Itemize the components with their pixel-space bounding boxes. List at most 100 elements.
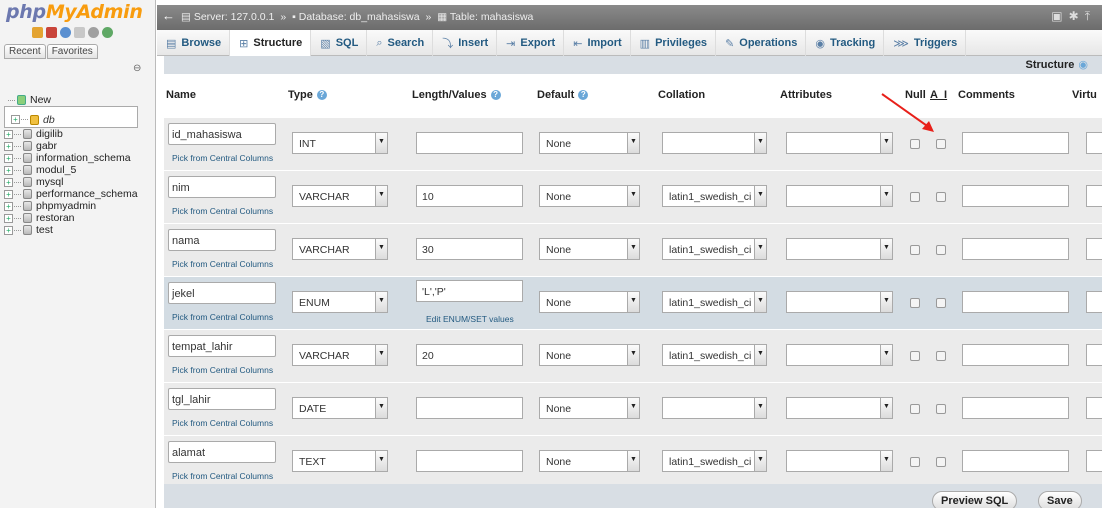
null-checkbox[interactable]	[910, 192, 920, 202]
settings-icon[interactable]	[88, 27, 99, 38]
type-select[interactable]: TEXT ▼	[292, 450, 388, 472]
attributes-select[interactable]: ▼	[786, 185, 893, 207]
pick-central-columns-link[interactable]: Pick from Central Columns	[172, 206, 273, 216]
pick-central-columns-link[interactable]: Pick from Central Columns	[172, 312, 273, 322]
collation-select[interactable]: latin1_swedish_ci ▼	[662, 450, 767, 472]
length-input[interactable]: 10	[416, 185, 523, 207]
reload-icon[interactable]	[102, 27, 113, 38]
collation-select[interactable]: latin1_swedish_ci ▼	[662, 344, 767, 366]
virtuality-select[interactable]	[1086, 132, 1102, 154]
tab-triggers[interactable]: ⋙ Triggers	[884, 30, 967, 56]
default-select[interactable]: None ▼	[539, 397, 640, 419]
breadcrumb-table[interactable]: Table: mahasiswa	[450, 11, 533, 23]
default-select[interactable]: None ▼	[539, 450, 640, 472]
null-checkbox[interactable]	[910, 139, 920, 149]
help-icon[interactable]: ◉	[1078, 59, 1088, 71]
expand-icon[interactable]: +	[4, 225, 13, 235]
attributes-select[interactable]: ▼	[786, 344, 893, 366]
tree-item-modul-5[interactable]: + modul_5	[4, 164, 138, 176]
type-select[interactable]: DATE ▼	[292, 397, 388, 419]
tab-tracking[interactable]: ◉ Tracking	[806, 30, 885, 56]
tree-item-performance-schema[interactable]: + performance_schema	[4, 188, 138, 200]
recent-tab[interactable]: Recent	[4, 44, 46, 59]
ai-checkbox[interactable]	[936, 351, 946, 361]
comments-input[interactable]	[962, 238, 1069, 260]
virtuality-select[interactable]	[1086, 344, 1102, 366]
column-name-input[interactable]: nama	[168, 229, 276, 251]
attributes-select[interactable]: ▼	[786, 238, 893, 260]
column-name-input[interactable]: tgl_lahir	[168, 388, 276, 410]
tree-item-db[interactable]: + db	[4, 106, 138, 128]
save-button[interactable]: Save	[1038, 491, 1082, 508]
column-name-input[interactable]: nim	[168, 176, 276, 198]
virtuality-select[interactable]	[1086, 450, 1102, 472]
null-checkbox[interactable]	[910, 457, 920, 467]
breadcrumb-server[interactable]: Server: 127.0.0.1	[194, 11, 275, 23]
help-icon[interactable]: ?	[316, 90, 327, 101]
tree-item-information-schema[interactable]: + information_schema	[4, 152, 138, 164]
help-icon[interactable]: ?	[578, 90, 589, 101]
length-input[interactable]: 'L','P'	[416, 280, 523, 302]
ai-checkbox[interactable]	[936, 245, 946, 255]
collation-select[interactable]: latin1_swedish_ci ▼	[662, 185, 767, 207]
type-select[interactable]: ENUM ▼	[292, 291, 388, 313]
edit-enum-link[interactable]: Edit ENUM/SET values	[426, 314, 514, 324]
column-name-input[interactable]: tempat_lahir	[168, 335, 276, 357]
tree-item-test[interactable]: + test	[4, 224, 138, 236]
pick-central-columns-link[interactable]: Pick from Central Columns	[172, 471, 273, 481]
tree-item-gabr[interactable]: + gabr	[4, 140, 138, 152]
collapse-arrow-icon[interactable]: ←	[162, 8, 175, 23]
home-icon[interactable]	[32, 27, 43, 38]
tree-item-mysql[interactable]: + mysql	[4, 176, 138, 188]
docs-icon[interactable]	[74, 27, 85, 38]
tab-browse[interactable]: ▤ Browse	[157, 30, 231, 56]
help-icon[interactable]: ?	[490, 90, 501, 101]
pick-central-columns-link[interactable]: Pick from Central Columns	[172, 365, 273, 375]
collation-select[interactable]: latin1_swedish_ci ▼	[662, 238, 767, 260]
virtuality-select[interactable]	[1086, 238, 1102, 260]
ai-checkbox[interactable]	[936, 404, 946, 414]
comments-input[interactable]	[962, 450, 1069, 472]
expand-icon[interactable]: +	[11, 115, 20, 124]
expand-icon[interactable]: +	[4, 165, 13, 175]
default-select[interactable]: None ▼	[539, 291, 640, 313]
expand-icon[interactable]: +	[4, 177, 13, 187]
null-checkbox[interactable]	[910, 404, 920, 414]
type-select[interactable]: VARCHAR ▼	[292, 238, 388, 260]
column-name-input[interactable]: alamat	[168, 441, 276, 463]
expand-icon[interactable]: +	[4, 141, 13, 151]
preview-sql-button[interactable]: Preview SQL	[932, 491, 1018, 508]
favorites-tab[interactable]: Favorites	[46, 44, 98, 59]
comments-input[interactable]	[962, 132, 1069, 154]
attributes-select[interactable]: ▼	[786, 450, 893, 472]
lock-icon[interactable]: ▣	[1051, 9, 1068, 23]
pick-central-columns-link[interactable]: Pick from Central Columns	[172, 259, 273, 269]
tree-item-digilib[interactable]: + digilib	[4, 128, 138, 140]
ai-checkbox[interactable]	[936, 139, 946, 149]
length-input[interactable]	[416, 450, 523, 472]
default-select[interactable]: None ▼	[539, 344, 640, 366]
help-icon[interactable]	[60, 27, 71, 38]
tab-sql[interactable]: ▧ SQL	[311, 30, 368, 56]
expand-icon[interactable]: +	[4, 189, 13, 199]
null-checkbox[interactable]	[910, 245, 920, 255]
phpmyadmin-logo[interactable]: phpMyAdmin	[6, 1, 143, 23]
ai-checkbox[interactable]	[936, 457, 946, 467]
tree-item-new[interactable]: New	[8, 94, 138, 106]
collation-select[interactable]: latin1_swedish_ci ▼	[662, 291, 767, 313]
attributes-select[interactable]: ▼	[786, 291, 893, 313]
length-input[interactable]	[416, 132, 523, 154]
default-select[interactable]: None ▼	[539, 238, 640, 260]
tab-insert[interactable]: ⤵ Insert	[433, 30, 498, 56]
pick-central-columns-link[interactable]: Pick from Central Columns	[172, 153, 273, 163]
link-icon[interactable]: ⊖	[133, 63, 141, 74]
collation-select[interactable]: ▼	[662, 397, 767, 419]
tree-item-phpmyadmin[interactable]: + phpmyadmin	[4, 200, 138, 212]
tab-export[interactable]: ⇥ Export	[497, 30, 565, 56]
collapse-icon[interactable]: ⤒	[1085, 9, 1096, 23]
gear-icon[interactable]: ✱	[1069, 9, 1085, 23]
ai-checkbox[interactable]	[936, 298, 946, 308]
structure-link[interactable]: Structure ◉	[1025, 58, 1088, 71]
comments-input[interactable]	[962, 397, 1069, 419]
attributes-select[interactable]: ▼	[786, 132, 893, 154]
